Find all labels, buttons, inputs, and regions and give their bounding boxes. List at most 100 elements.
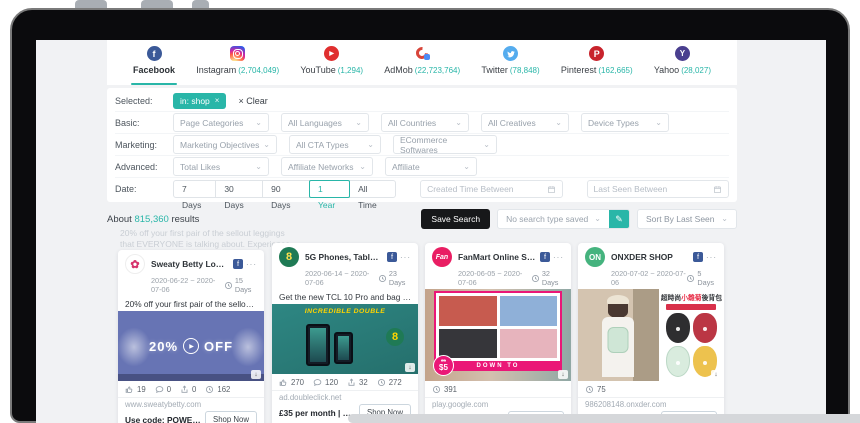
admob-icon <box>415 46 430 61</box>
ad-copy-text: 20% off your first pair of the sellout l… <box>118 296 264 311</box>
dropdown-total-likes[interactable]: Total Likes⌄ <box>173 157 269 176</box>
advertiser-name[interactable]: ONXDER SHOP <box>611 252 689 262</box>
advertiser-logo[interactable]: ON <box>585 247 605 267</box>
new-price: $5 <box>439 364 448 372</box>
dropdown-value: Affiliate <box>392 162 420 172</box>
chevron-down-icon: ⌄ <box>463 163 470 171</box>
segment-1-year[interactable]: 1 Year <box>309 180 350 198</box>
tab-twitter[interactable]: Twitter(78,848) <box>481 46 539 85</box>
tab-admob[interactable]: AdMob(22,723,764) <box>384 46 460 85</box>
results-count-text: About 815,360 results <box>107 214 199 225</box>
save-search-button[interactable]: Save Search <box>421 209 490 229</box>
ad-stat-shares: 0 <box>180 385 196 394</box>
chip-close-icon[interactable]: × <box>215 96 220 105</box>
ad-domain: ad.doubleclick.net <box>272 391 418 403</box>
chevron-down-icon: ⌄ <box>255 119 262 127</box>
tab-count: (162,665) <box>598 66 632 75</box>
ad-stats-row: 75 <box>578 381 724 398</box>
shop-now-button[interactable]: Shop Now <box>205 411 257 423</box>
product-panel: 超時尚小雛菊後背包 <box>659 289 724 381</box>
ad-domain: 986208148.onxder.com <box>578 398 724 410</box>
last-seen-between-input[interactable]: Last Seen Between <box>587 180 729 198</box>
youtube-icon: ▶ <box>324 46 339 61</box>
dropdown-all-creatives[interactable]: All Creatives⌄ <box>481 113 569 132</box>
segment-all-time[interactable]: All Time <box>349 180 396 198</box>
edit-saved-search-button[interactable]: ✎ <box>609 210 629 228</box>
facebook-icon[interactable]: f <box>540 252 550 262</box>
dropdown-all-languages[interactable]: All Languages⌄ <box>281 113 369 132</box>
price-badge: 35 $5 <box>433 355 454 376</box>
segment-90-days[interactable]: 90 Days <box>262 180 310 198</box>
chevron-down-icon: ⌄ <box>255 163 262 171</box>
ad-card-onxder: ON ONXDER SHOP f ··· 2020-07-02 ~ 2020-0… <box>578 243 724 423</box>
dropdown-page-categories[interactable]: Page Categories⌄ <box>173 113 269 132</box>
download-icon[interactable]: ↓ <box>711 370 721 379</box>
ad-media[interactable]: 超時尚小雛菊後背包 ↓ <box>578 289 724 381</box>
segment-7-days[interactable]: 7 Days <box>173 180 216 198</box>
download-icon[interactable]: ↓ <box>558 370 568 379</box>
model-photo <box>578 289 659 381</box>
clock-icon <box>531 274 540 283</box>
facebook-icon[interactable]: f <box>387 252 397 262</box>
app-screen: f Facebook Instagram(2,704,049) ▶ YouTub… <box>36 40 826 423</box>
dropdown-affiliate-networks[interactable]: Affiliate Networks⌄ <box>281 157 373 176</box>
clear-filters-button[interactable]: × Clear <box>238 96 267 106</box>
tab-instagram[interactable]: Instagram(2,704,049) <box>196 46 279 85</box>
product-grid <box>666 313 717 379</box>
dropdown-ecommerce-softwares[interactable]: ECommerce Softwares⌄ <box>393 135 497 154</box>
tab-pinterest[interactable]: P Pinterest(162,665) <box>561 46 633 85</box>
chevron-down-icon: ⌄ <box>594 215 601 223</box>
basic-filter-row: Basic: Page Categories⌄ All Languages⌄ A… <box>115 112 729 134</box>
advertiser-logo[interactable]: Fan <box>432 247 452 267</box>
ad-duration: 23 Days <box>389 269 411 287</box>
tab-yahoo[interactable]: Y Yahoo(28,027) <box>654 46 711 85</box>
advertiser-logo[interactable]: 8 <box>279 247 299 267</box>
dropdown-marketing-objectives[interactable]: Marketing Objectives⌄ <box>173 135 277 154</box>
video-scrub-bar[interactable] <box>118 374 264 381</box>
ad-stat-duration: 75 <box>585 385 606 394</box>
share-icon <box>347 378 356 387</box>
tab-facebook[interactable]: f Facebook <box>133 46 175 85</box>
ad-duration: 5 Days <box>697 269 717 287</box>
comment-icon <box>155 385 164 394</box>
ad-media[interactable]: INCREDIBLE DOUBLE 8 ↓ <box>272 304 418 374</box>
media-text: OFF <box>204 339 233 354</box>
advertiser-logo[interactable]: ✿ <box>125 254 145 274</box>
card-menu-icon[interactable]: ··· <box>553 253 564 262</box>
dropdown-all-countries[interactable]: All Countries⌄ <box>381 113 469 132</box>
dropdown-device-types[interactable]: Device Types⌄ <box>581 113 669 132</box>
facebook-icon[interactable]: f <box>693 252 703 262</box>
ad-domain: play.google.com <box>425 398 571 410</box>
dropdown-all-cta-types[interactable]: All CTA Types⌄ <box>289 135 381 154</box>
phone-image <box>334 332 353 364</box>
facebook-icon[interactable]: f <box>233 259 243 269</box>
advertiser-name[interactable]: Sweaty Betty London | Wom... <box>151 259 229 269</box>
advertiser-name[interactable]: FanMart Online Shopping - F... <box>458 252 536 262</box>
saved-search-value: No search type saved <box>506 214 588 224</box>
sort-dropdown[interactable]: Sort By Last Seen ⌄ <box>637 209 737 229</box>
advertiser-name[interactable]: 5G Phones, Tablets & SIMs | ... <box>305 252 383 262</box>
pencil-icon: ✎ <box>615 214 623 225</box>
filter-chip-in-shop[interactable]: in: shop × <box>173 93 226 109</box>
calendar-icon <box>713 185 722 194</box>
card-menu-icon[interactable]: ··· <box>246 260 257 269</box>
card-menu-icon[interactable]: ··· <box>400 253 411 262</box>
stat-value: 75 <box>597 385 606 394</box>
card-menu-icon[interactable]: ··· <box>706 253 717 262</box>
ad-media[interactable]: DOWN TO 35 $5 ↓ <box>425 289 571 381</box>
collage-photo <box>439 329 497 359</box>
tab-youtube[interactable]: ▶ YouTube(1,294) <box>300 46 363 85</box>
saved-search-dropdown[interactable]: No search type saved ⌄ <box>498 210 609 228</box>
download-icon[interactable]: ↓ <box>251 370 261 379</box>
ad-stats-row: 270 120 32 272 <box>272 374 418 391</box>
share-icon <box>180 385 189 394</box>
segment-30-days[interactable]: 30 Days <box>215 180 263 198</box>
advanced-label: Advanced: <box>115 162 161 172</box>
ad-date-range: 2020-06-05 ~ 2020-07-06 <box>458 269 531 287</box>
ad-media[interactable]: 20% ▶ OFF ↓ <box>118 311 264 381</box>
download-icon[interactable]: ↓ <box>405 363 415 372</box>
created-time-between-input[interactable]: Created Time Between <box>420 180 562 198</box>
dropdown-affiliate[interactable]: Affiliate ⌄ <box>385 157 477 176</box>
play-icon[interactable]: ▶ <box>183 338 199 354</box>
twitter-icon <box>503 46 518 61</box>
